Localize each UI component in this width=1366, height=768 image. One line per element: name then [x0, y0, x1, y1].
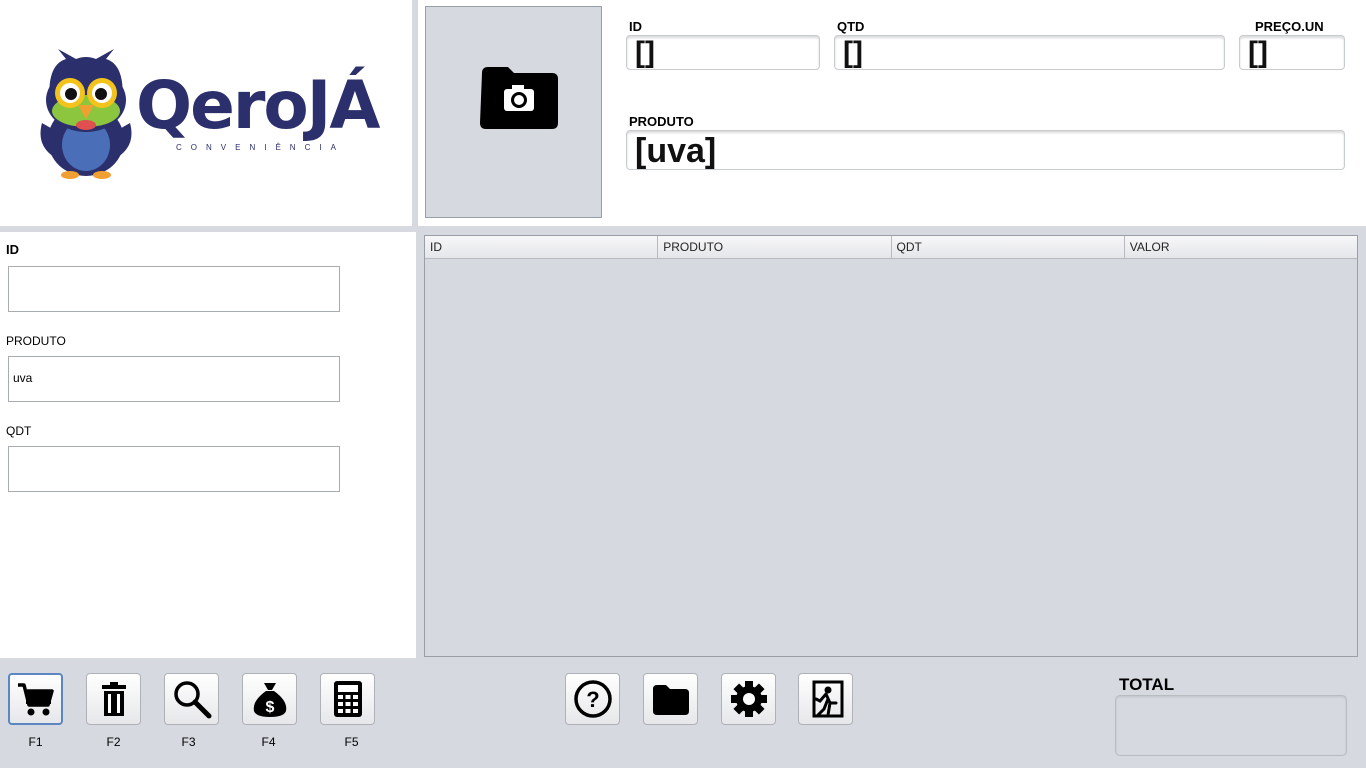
- cart-icon: [17, 683, 54, 716]
- key-hint-f3: F3: [181, 735, 196, 749]
- camera-folder-icon: [480, 67, 558, 129]
- table-header: ID PRODUTO QDT VALOR: [425, 236, 1357, 259]
- svg-text:?: ?: [586, 687, 599, 712]
- column-header-qdt[interactable]: QDT: [892, 236, 1125, 258]
- exit-icon: [812, 680, 843, 718]
- settings-button[interactable]: [721, 673, 776, 725]
- form-qdt-label: QDT: [6, 424, 32, 438]
- display-id-field: []: [626, 35, 820, 70]
- key-hint-f1: F1: [28, 735, 43, 749]
- owl-mascot-logo: [40, 49, 132, 179]
- delete-item-button[interactable]: [86, 673, 141, 725]
- key-hint-f5: F5: [344, 735, 359, 749]
- exit-button[interactable]: [798, 673, 853, 725]
- gear-icon: [730, 681, 767, 717]
- search-icon: [173, 681, 211, 719]
- display-preco-label: PREÇO.UN: [1255, 19, 1324, 34]
- key-hint-f2: F2: [106, 735, 121, 749]
- display-qtd-label: QTD: [837, 19, 865, 34]
- add-to-cart-button[interactable]: [8, 673, 63, 725]
- folder-icon: [652, 685, 689, 715]
- logo-panel: QeroJÁ CONVENIÊNCIA: [0, 0, 412, 226]
- entry-form-panel: ID PRODUTO uva QDT: [0, 232, 416, 658]
- display-produto-label: PRODUTO: [629, 114, 694, 129]
- open-folder-button[interactable]: [643, 673, 698, 725]
- form-produto-label: PRODUTO: [6, 334, 66, 348]
- items-table[interactable]: ID PRODUTO QDT VALOR: [424, 235, 1358, 657]
- form-id-label: ID: [6, 242, 19, 257]
- column-header-produto[interactable]: PRODUTO: [658, 236, 892, 258]
- form-id-input[interactable]: [8, 266, 340, 312]
- form-produto-input[interactable]: uva: [8, 356, 340, 402]
- trash-icon: [101, 682, 126, 716]
- product-photo-placeholder[interactable]: [425, 6, 602, 218]
- brand-wordmark: QeroJÁ: [136, 67, 380, 144]
- total-label: TOTAL: [1119, 675, 1175, 694]
- display-qtd-field: []: [834, 35, 1225, 70]
- help-button[interactable]: ?: [565, 673, 620, 725]
- total-value-field: [1115, 695, 1347, 756]
- payment-button[interactable]: $: [242, 673, 297, 725]
- money-bag-icon: $: [253, 683, 286, 717]
- calculator-icon: [333, 681, 362, 717]
- brand-tagline: CONVENIÊNCIA: [176, 143, 345, 152]
- column-header-id[interactable]: ID: [425, 236, 659, 258]
- column-header-valor[interactable]: VALOR: [1125, 236, 1357, 258]
- key-hint-f4: F4: [261, 735, 276, 749]
- help-icon: ?: [573, 680, 612, 718]
- display-preco-field: []: [1239, 35, 1345, 70]
- svg-text:$: $: [265, 699, 274, 716]
- display-id-label: ID: [629, 19, 642, 34]
- display-produto-field: [uva]: [626, 130, 1345, 170]
- form-qdt-input[interactable]: [8, 446, 340, 492]
- search-button[interactable]: [164, 673, 219, 725]
- calculator-button[interactable]: [320, 673, 375, 725]
